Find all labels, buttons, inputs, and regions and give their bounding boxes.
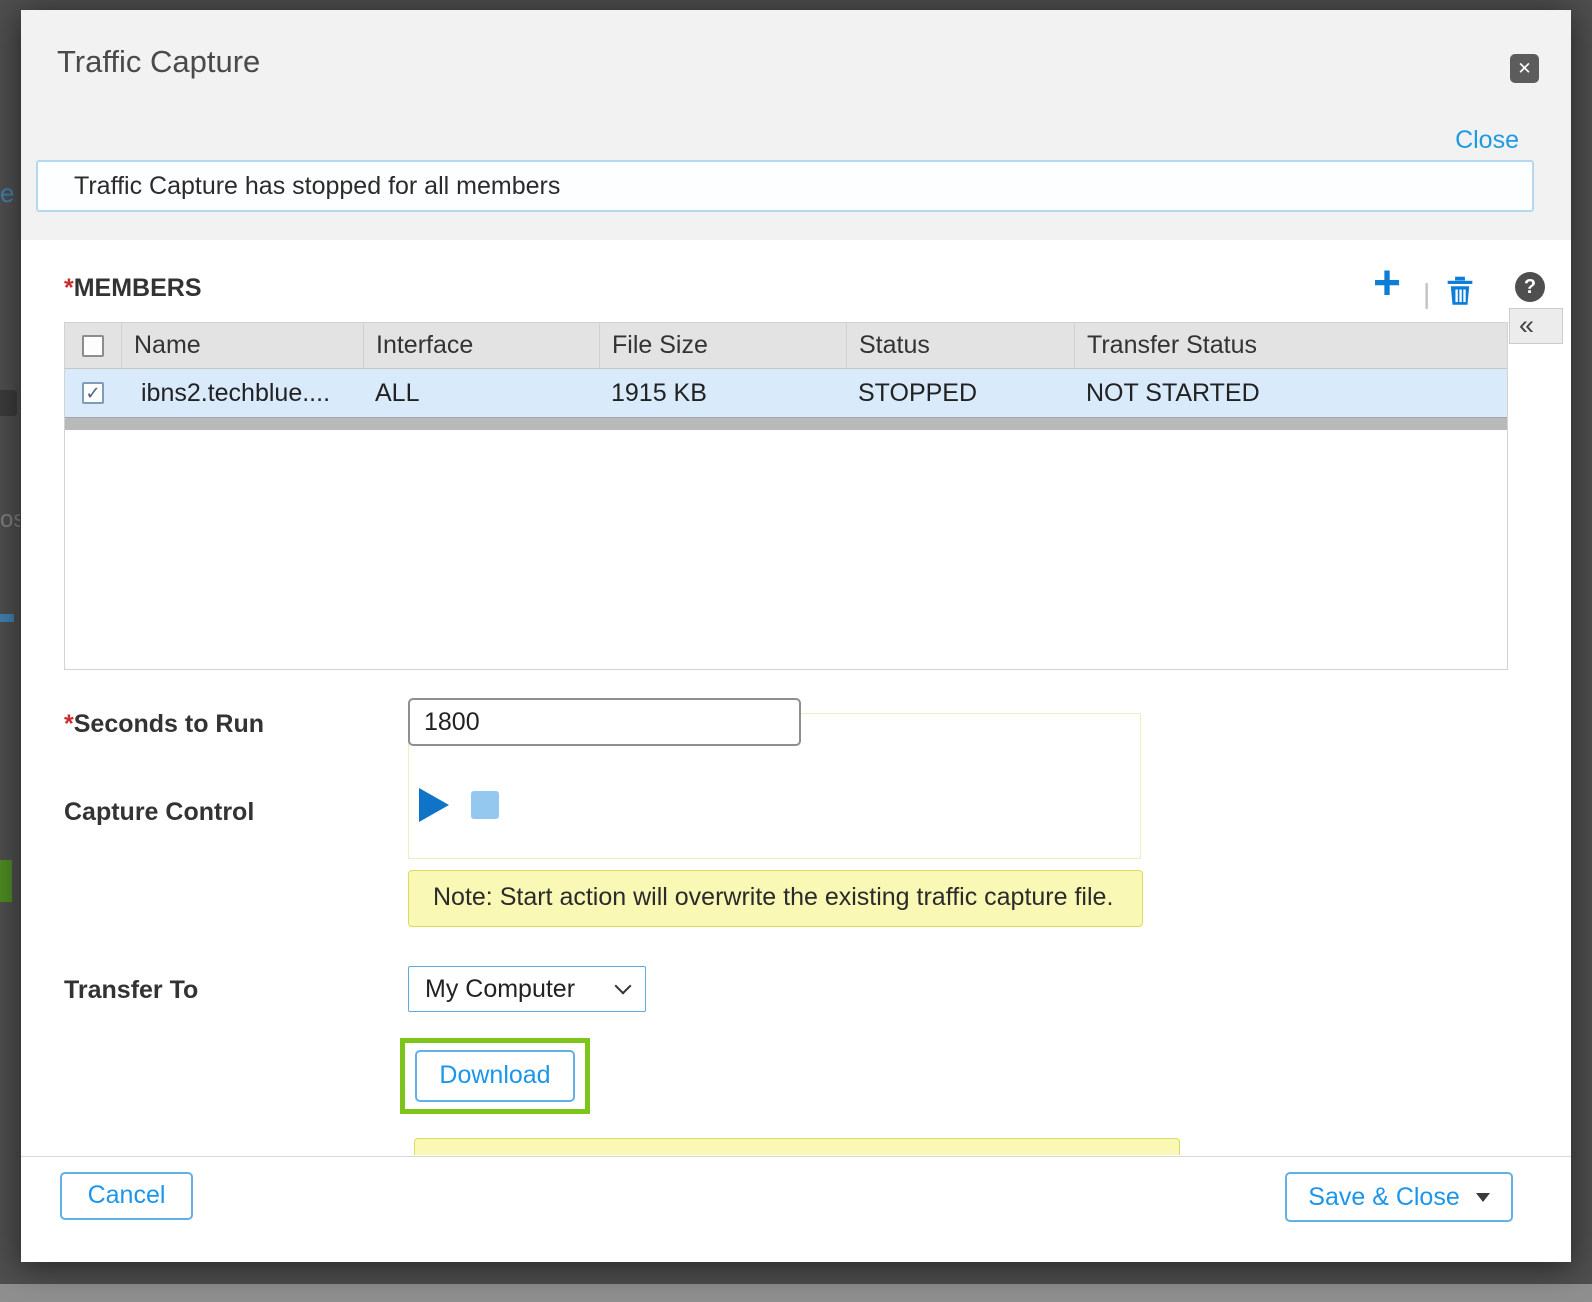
stop-capture-icon[interactable] [471,791,499,819]
add-member-icon[interactable]: + [1373,260,1401,308]
column-header-transfer-status[interactable]: Transfer Status [1074,323,1507,368]
row-checkbox[interactable]: ✓ [82,382,104,404]
collapse-panel-icon[interactable]: « [1509,308,1563,344]
seconds-to-run-input[interactable] [408,698,801,746]
column-header-interface[interactable]: Interface [363,323,599,368]
members-table: Name Interface File Size Status Transfer… [64,322,1508,670]
required-asterisk: * [64,274,74,302]
clipped-note-box [414,1138,1180,1155]
seconds-to-run-label-text: Seconds to Run [74,710,264,738]
members-label-text: MEMBERS [74,274,202,302]
caret-down-icon [1476,1193,1490,1202]
close-icon[interactable]: ✕ [1510,54,1539,83]
save-and-close-label: Save & Close [1308,1183,1459,1212]
row-name: ibns2.techblue.... [121,379,363,408]
row-status: STOPPED [846,379,1074,408]
background-page-fragment [0,390,17,416]
background-page-fragment [0,614,14,622]
seconds-to-run-label: *Seconds to Run [64,710,264,739]
save-and-close-button[interactable]: Save & Close [1285,1172,1513,1222]
chevron-down-icon [615,978,632,995]
background-page-fragment: os [0,506,20,534]
transfer-to-label: Transfer To [64,976,198,1005]
select-all-checkbox[interactable] [82,335,104,357]
toolbar-divider: | [1423,278,1430,310]
row-file-size: 1915 KB [599,379,846,408]
column-header-file-size[interactable]: File Size [599,323,846,368]
members-table-header: Name Interface File Size Status Transfer… [65,323,1507,369]
required-asterisk: * [64,710,74,738]
transfer-to-select[interactable]: My Computer [408,966,646,1012]
capture-control-label: Capture Control [64,798,254,827]
traffic-capture-dialog: Traffic Capture ✕ Close Traffic Capture … [21,10,1571,1262]
download-button[interactable]: Download [415,1050,575,1102]
background-statusbar-fragment [0,1284,1592,1302]
horizontal-scrollbar[interactable] [65,417,1507,430]
transfer-to-selected-value: My Computer [425,975,575,1004]
dialog-title: Traffic Capture [57,44,260,80]
row-transfer-status: NOT STARTED [1074,379,1507,408]
row-checkbox-cell: ✓ [65,382,121,404]
notification-message: Traffic Capture has stopped for all memb… [36,160,1534,212]
select-all-cell [65,323,121,368]
overwrite-note: Note: Start action will overwrite the ex… [408,870,1143,927]
cancel-button[interactable]: Cancel [60,1172,193,1220]
background-page-fragment [0,860,12,902]
column-header-name[interactable]: Name [121,323,363,368]
background-page-fragment: e | [0,178,20,209]
row-interface: ALL [363,379,599,408]
delete-member-icon[interactable] [1445,274,1475,306]
members-section-label: *MEMBERS [64,274,202,303]
table-row[interactable]: ✓ ibns2.techblue.... ALL 1915 KB STOPPED… [65,369,1507,417]
column-header-status[interactable]: Status [846,323,1074,368]
start-capture-icon[interactable] [419,788,449,822]
help-icon[interactable]: ? [1515,272,1545,302]
close-link[interactable]: Close [1441,126,1519,155]
